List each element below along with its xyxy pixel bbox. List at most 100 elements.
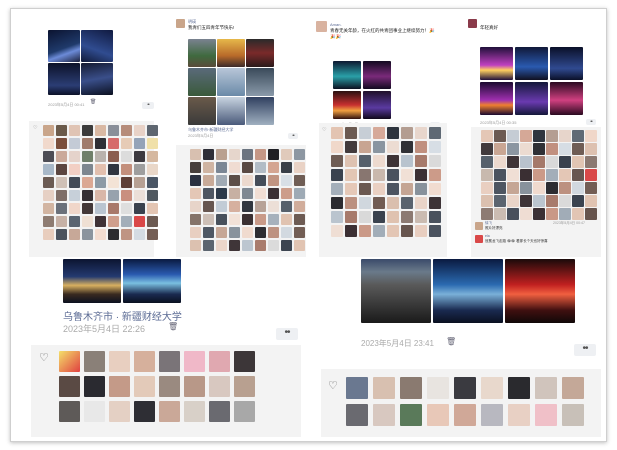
avatar[interactable] <box>559 169 571 181</box>
avatar[interactable] <box>121 151 132 162</box>
avatar[interactable] <box>331 211 343 223</box>
avatar[interactable] <box>147 138 158 149</box>
avatar[interactable] <box>415 127 427 139</box>
avatar[interactable] <box>134 164 145 175</box>
avatar[interactable] <box>546 130 558 142</box>
avatar[interactable] <box>121 229 132 240</box>
avatar[interactable] <box>559 143 571 155</box>
avatar[interactable] <box>359 169 371 181</box>
avatar[interactable] <box>481 377 503 399</box>
avatar[interactable] <box>481 169 493 181</box>
photo[interactable] <box>550 47 583 80</box>
avatar[interactable] <box>387 211 399 223</box>
avatar[interactable] <box>56 229 67 240</box>
avatar[interactable] <box>535 404 557 426</box>
avatar[interactable] <box>268 214 279 225</box>
photo[interactable] <box>505 259 575 323</box>
avatar[interactable] <box>216 175 227 186</box>
avatar[interactable] <box>216 201 227 212</box>
avatar[interactable] <box>562 404 584 426</box>
avatar[interactable] <box>229 188 240 199</box>
avatar[interactable] <box>281 175 292 186</box>
more-dots-icon[interactable]: •• <box>586 119 596 125</box>
avatar[interactable] <box>108 203 119 214</box>
avatar[interactable] <box>268 162 279 173</box>
avatar[interactable] <box>415 155 427 167</box>
avatar[interactable] <box>95 138 106 149</box>
avatar[interactable] <box>281 240 292 251</box>
avatar[interactable] <box>559 130 571 142</box>
avatar[interactable] <box>43 190 54 201</box>
avatar[interactable] <box>268 227 279 238</box>
avatar[interactable] <box>108 125 119 136</box>
avatar[interactable] <box>400 404 422 426</box>
avatar[interactable] <box>84 401 105 422</box>
avatar[interactable] <box>585 182 597 194</box>
avatar[interactable] <box>121 190 132 201</box>
avatar[interactable] <box>216 188 227 199</box>
avatar[interactable] <box>546 195 558 207</box>
avatar[interactable] <box>281 201 292 212</box>
photo[interactable] <box>188 97 216 125</box>
avatar[interactable] <box>134 351 155 372</box>
avatar[interactable] <box>216 227 227 238</box>
avatar[interactable] <box>134 125 145 136</box>
avatar[interactable] <box>331 127 343 139</box>
avatar[interactable] <box>56 164 67 175</box>
avatar[interactable] <box>331 197 343 209</box>
avatar[interactable] <box>481 195 493 207</box>
avatar[interactable] <box>559 195 571 207</box>
avatar[interactable] <box>494 182 506 194</box>
avatar[interactable] <box>69 138 80 149</box>
avatar[interactable] <box>294 227 305 238</box>
avatar[interactable] <box>533 208 545 220</box>
avatar[interactable] <box>255 227 266 238</box>
avatar[interactable] <box>255 175 266 186</box>
avatar[interactable] <box>56 177 67 188</box>
avatar[interactable] <box>427 377 449 399</box>
avatar[interactable] <box>533 130 545 142</box>
avatar[interactable] <box>494 143 506 155</box>
avatar[interactable] <box>147 151 158 162</box>
avatar[interactable] <box>345 169 357 181</box>
avatar[interactable] <box>43 138 54 149</box>
avatar[interactable] <box>95 203 106 214</box>
avatar[interactable] <box>242 162 253 173</box>
avatar[interactable] <box>559 182 571 194</box>
avatar[interactable] <box>415 183 427 195</box>
avatar[interactable] <box>535 377 557 399</box>
avatar[interactable] <box>345 183 357 195</box>
avatar[interactable] <box>520 156 532 168</box>
avatar[interactable] <box>331 155 343 167</box>
avatar[interactable] <box>43 216 54 227</box>
avatar[interactable] <box>520 182 532 194</box>
avatar[interactable] <box>229 175 240 186</box>
avatar[interactable] <box>108 216 119 227</box>
avatar[interactable] <box>429 127 441 139</box>
post-author[interactable]: Aman. <box>330 22 342 27</box>
avatar[interactable] <box>203 149 214 160</box>
avatar[interactable] <box>159 376 180 397</box>
avatar[interactable] <box>562 377 584 399</box>
avatar[interactable] <box>401 127 413 139</box>
avatar[interactable] <box>147 177 158 188</box>
avatar[interactable] <box>43 229 54 240</box>
photo[interactable] <box>217 97 245 125</box>
avatar[interactable] <box>43 151 54 162</box>
avatar[interactable] <box>69 203 80 214</box>
avatar[interactable] <box>507 182 519 194</box>
photo[interactable] <box>480 82 513 115</box>
avatar[interactable] <box>294 188 305 199</box>
avatar[interactable] <box>533 182 545 194</box>
avatar[interactable] <box>268 240 279 251</box>
avatar[interactable] <box>294 162 305 173</box>
avatar[interactable] <box>373 225 385 237</box>
photo[interactable] <box>333 91 361 119</box>
avatar[interactable] <box>359 197 371 209</box>
avatar[interactable] <box>268 188 279 199</box>
avatar[interactable] <box>520 195 532 207</box>
avatar[interactable] <box>454 404 476 426</box>
avatar[interactable] <box>255 214 266 225</box>
avatar[interactable] <box>359 127 371 139</box>
avatar[interactable] <box>184 351 205 372</box>
